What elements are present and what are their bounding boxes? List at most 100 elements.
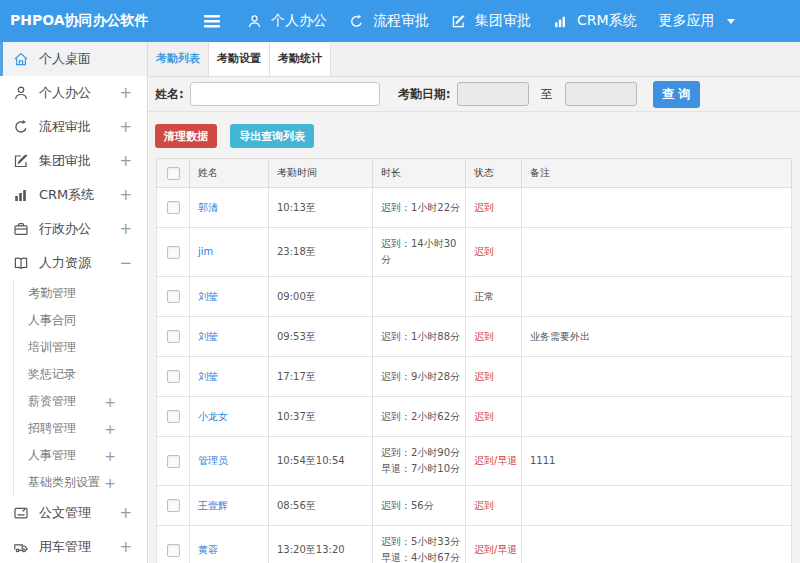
sidebar-subitem-personnel[interactable]: 人事管理 + (14, 442, 147, 469)
row-checkbox[interactable] (167, 246, 180, 259)
sidebar-subitem-label: 培训管理 (28, 339, 76, 356)
sidebar-item-label: 人力资源 (39, 254, 91, 272)
collapse-icon[interactable]: − (119, 254, 132, 272)
row-checkbox[interactable] (167, 499, 180, 512)
expand-icon[interactable]: + (119, 118, 132, 136)
status-text: 迟到 (474, 371, 494, 382)
expand-icon[interactable]: + (119, 538, 132, 556)
attendance-time: 10:37至 (269, 397, 373, 437)
edit-icon (13, 153, 29, 169)
filter-bar: 姓名: 考勤日期: 至 查 询 (148, 77, 800, 112)
name-filter-input[interactable] (190, 82, 380, 106)
select-all-checkbox[interactable] (167, 167, 180, 180)
expand-icon[interactable]: + (104, 394, 116, 410)
sidebar-subitem-label: 招聘管理 (28, 420, 76, 437)
date-filter-label: 考勤日期: (398, 86, 451, 103)
nav-label: 更多应用 (659, 12, 715, 30)
duration-text: 早退：7小时10分 (381, 461, 464, 477)
row-checkbox[interactable] (167, 410, 180, 423)
employee-name-link[interactable]: 刘莹 (198, 331, 218, 342)
export-list-button[interactable]: 导出查询列表 (230, 124, 314, 148)
nav-personal-office[interactable]: 个人办公 (247, 12, 327, 30)
sidebar-item-group-approval[interactable]: 集团审批 + (0, 144, 147, 178)
duration-text: 迟到：56分 (381, 498, 464, 514)
attendance-time: 10:54至10:54 (269, 437, 373, 486)
row-checkbox[interactable] (167, 330, 180, 343)
expand-icon[interactable]: + (119, 504, 132, 522)
col-header-note: 备注 (522, 159, 792, 188)
row-checkbox[interactable] (167, 455, 180, 468)
clean-data-button[interactable]: 清理数据 (155, 124, 217, 148)
app-header: PHPOA协同办公软件 个人办公 流程审批 集团审批 CRM系统 (0, 0, 800, 42)
employee-name-link[interactable]: 刘莹 (198, 291, 218, 302)
employee-name-link[interactable]: jim (198, 246, 213, 257)
col-header-duration: 时长 (373, 159, 466, 188)
row-checkbox[interactable] (167, 201, 180, 214)
row-checkbox[interactable] (167, 370, 180, 383)
row-checkbox[interactable] (167, 544, 180, 557)
date-to-input[interactable] (565, 82, 637, 106)
expand-icon[interactable]: + (119, 220, 132, 238)
employee-name-link[interactable]: 刘莹 (198, 371, 218, 382)
duration-text: 迟到：9小时28分 (381, 369, 464, 385)
table-row: 刘莹 09:53至 迟到：1小时88分 迟到 业务需要外出 (157, 317, 792, 357)
tab-attendance-stats[interactable]: 考勤统计 (270, 42, 331, 76)
sidebar-subitem-attendance[interactable]: 考勤管理 (14, 280, 147, 307)
sidebar-item-vehicle[interactable]: 用车管理 + (0, 530, 147, 563)
expand-icon[interactable]: + (104, 448, 116, 464)
sidebar-subitem-salary[interactable]: 薪资管理 + (14, 388, 147, 415)
sidebar-subitem-recruit[interactable]: 招聘管理 + (14, 415, 147, 442)
date-to-label: 至 (541, 86, 553, 103)
sidebar-subitem-rewards[interactable]: 奖惩记录 (14, 361, 147, 388)
tab-attendance-list[interactable]: 考勤列表 (148, 42, 209, 76)
tab-attendance-settings[interactable]: 考勤设置 (209, 42, 270, 76)
expand-icon[interactable]: + (119, 152, 132, 170)
col-header-time: 考勤时间 (269, 159, 373, 188)
expand-icon[interactable]: + (119, 186, 132, 204)
employee-name-link[interactable]: 管理员 (198, 455, 228, 466)
nav-more-apps[interactable]: 更多应用 (659, 12, 735, 30)
note-text: 1111 (522, 437, 792, 486)
duration-text: 迟到：5小时33分 (381, 534, 464, 550)
attendance-time: 13:20至13:20 (269, 526, 373, 563)
sidebar-item-personal-office[interactable]: 个人办公 + (0, 76, 147, 110)
attendance-table: 姓名 考勤时间 时长 状态 备注 郭清 10:13至 迟到：1小时22分 迟到 (156, 158, 792, 563)
employee-name-link[interactable]: 王壹辉 (198, 500, 228, 511)
nav-process-approval[interactable]: 流程审批 (349, 12, 429, 30)
search-button[interactable]: 查 询 (653, 81, 700, 108)
row-checkbox[interactable] (167, 290, 180, 303)
employee-name-link[interactable]: 黄蓉 (198, 544, 218, 555)
sidebar-item-admin-office[interactable]: 行政办公 + (0, 212, 147, 246)
expand-icon[interactable]: + (119, 84, 132, 102)
sidebar-subitem-label: 人事管理 (28, 447, 76, 464)
expand-icon[interactable]: + (104, 421, 116, 437)
expand-icon[interactable]: + (104, 475, 116, 491)
table-header-row: 姓名 考勤时间 时长 状态 备注 (157, 159, 792, 188)
table-row: jim 23:18至 迟到：14小时30分 迟到 (157, 228, 792, 277)
user-icon (247, 14, 262, 29)
sidebar-item-documents[interactable]: 公文管理 + (0, 496, 147, 530)
status-text: 迟到/早退 (474, 544, 517, 555)
sidebar-item-hr[interactable]: 人力资源 − (0, 246, 147, 280)
sidebar-item-label: 公文管理 (39, 504, 91, 522)
sidebar-item-personal-desktop[interactable]: 个人桌面 (0, 42, 147, 76)
duration-text: 早退：4小时67分 (381, 550, 464, 563)
sidebar-item-process-approval[interactable]: 流程审批 + (0, 110, 147, 144)
nav-group-approval[interactable]: 集团审批 (451, 12, 531, 30)
sidebar-subitem-label: 考勤管理 (28, 285, 76, 302)
employee-name-link[interactable]: 郭清 (198, 202, 218, 213)
document-icon (13, 505, 29, 521)
sidebar-subitem-training[interactable]: 培训管理 (14, 334, 147, 361)
date-from-input[interactable] (457, 82, 529, 106)
duration-text: 迟到：1小时88分 (381, 329, 464, 345)
menu-toggle-icon[interactable] (203, 14, 223, 29)
sidebar-subitem-base-category[interactable]: 基础类别设置 + (14, 469, 147, 496)
duration-text: 迟到：14小时30分 (381, 236, 464, 268)
sidebar-item-label: 用车管理 (39, 538, 91, 556)
attendance-time: 17:17至 (269, 357, 373, 397)
nav-crm[interactable]: CRM系统 (553, 12, 637, 30)
sidebar-item-crm[interactable]: CRM系统 + (0, 178, 147, 212)
sidebar-subitem-contract[interactable]: 人事合同 (14, 307, 147, 334)
employee-name-link[interactable]: 小龙女 (198, 411, 228, 422)
table-row: 王壹辉 08:56至 迟到：56分 迟到 (157, 486, 792, 526)
